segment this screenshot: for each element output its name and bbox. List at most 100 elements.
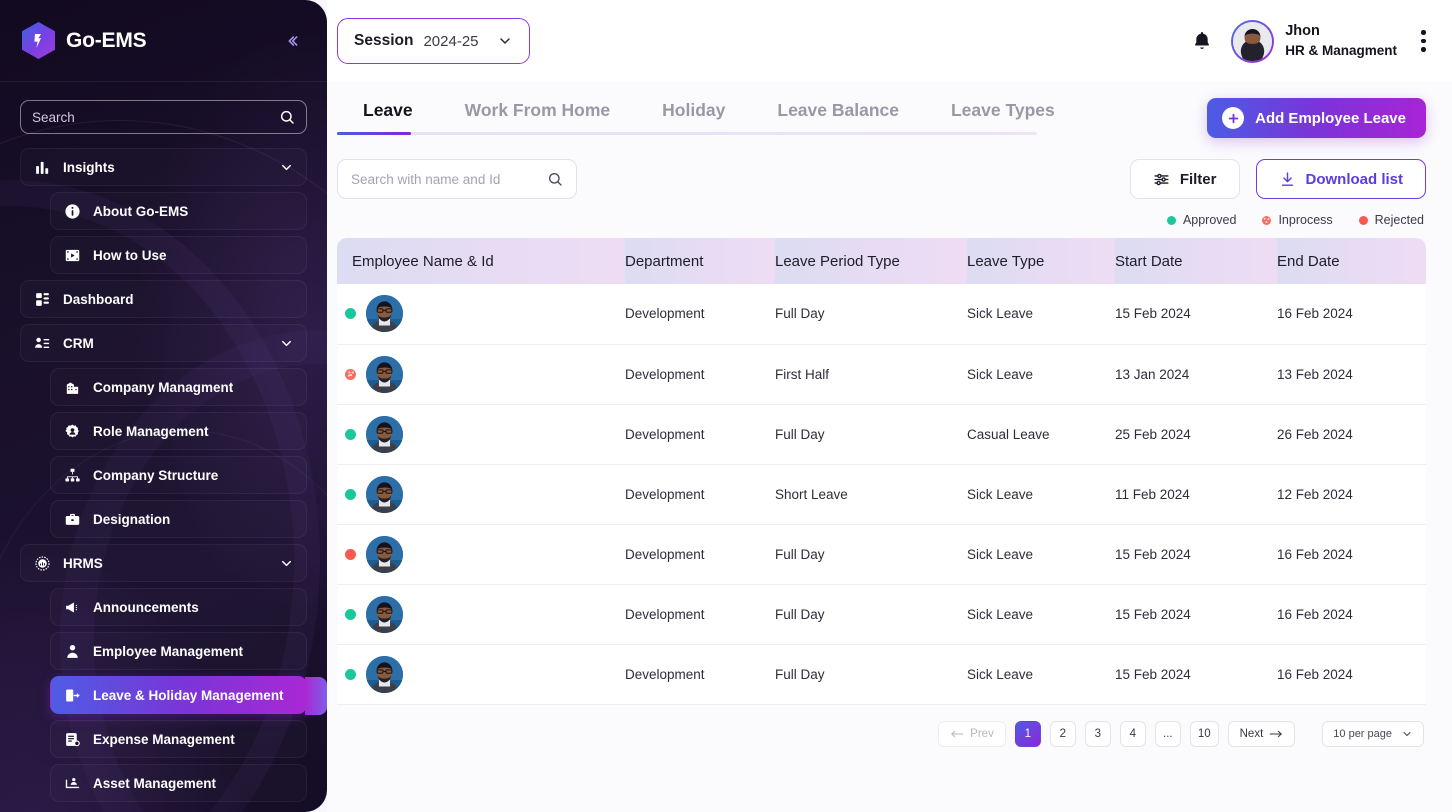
collapse-sidebar-button[interactable] [279,28,305,54]
cell-end-date: 16 Feb 2024 [1277,584,1426,645]
cell-end-date: 13 Feb 2024 [1277,344,1426,405]
chevron-down-icon[interactable] [279,336,294,351]
more-options-icon[interactable] [1421,30,1426,52]
table-header-row: Employee Name & Id Department Leave Period… [337,238,1426,284]
tab-work-from-home[interactable]: Work From Home [439,100,637,135]
pagination-page-10[interactable]: 10 [1189,720,1219,747]
per-page-selector[interactable]: 10 per page [1322,720,1424,747]
cell-department: Development [625,464,775,525]
table-row[interactable]: Development Full Day Sick Leave 15 Feb 2024… [337,584,1426,645]
add-employee-leave-button[interactable]: Add Employee Leave [1207,98,1426,138]
sidebar-item-announcements[interactable]: Announcements [50,588,307,626]
tab-leave-types[interactable]: Leave Types [925,100,1081,135]
sidebar-item-label: Designation [93,511,171,527]
table-row[interactable]: Development First Half Sick Leave 13 Jan 20… [337,344,1426,405]
column-header: End Date [1277,238,1426,284]
gear-user-icon [63,422,82,441]
tab-leave[interactable]: Leave [337,100,439,135]
search-input[interactable] [32,109,279,125]
cell-end-date: 16 Feb 2024 [1277,524,1426,585]
sidebar-nav: Insights About Go-EMS How to Use Dashboard C… [20,148,327,802]
sidebar-item-how-to-use[interactable]: How to Use [50,236,307,274]
table-search[interactable] [337,159,577,199]
cell-start-date: 15 Feb 2024 [1115,284,1277,345]
sidebar-item-dashboard[interactable]: Dashboard [20,280,307,318]
table-search-input[interactable] [351,171,547,187]
cell-start-date: 15 Feb 2024 [1115,584,1277,645]
cell-department: Development [625,584,775,645]
sidebar-item-company-managment[interactable]: Company Managment [50,368,307,406]
tab-leave-balance[interactable]: Leave Balance [751,100,925,135]
table-row[interactable]: Development Short Leave Sick Leave 11 Feb 2… [337,464,1426,525]
search-icon [279,109,295,125]
sidebar-item-expense-management[interactable]: Expense Management [50,720,307,758]
cell-employee [337,284,625,345]
pagination-prev[interactable]: Prev [938,720,1006,747]
tab-holiday[interactable]: Holiday [636,100,751,135]
table-row[interactable]: Development Full Day Sick Leave 15 Feb 2024… [337,284,1426,345]
status-dot [345,608,356,620]
status-dot [1358,215,1368,225]
cell-employee [337,344,625,405]
employee-cell [337,355,625,393]
cell-leave-period-type: Full Day [775,644,967,705]
sidebar-item-hrms[interactable]: HRMS [20,544,307,582]
pagination-page-3[interactable]: 3 [1084,720,1111,747]
top-bar: Session 2024-25 Jhon HR & Managment [327,0,1452,82]
pagination-next[interactable]: Next [1227,720,1296,747]
session-selector[interactable]: Session 2024-25 [337,18,530,64]
status-dot [345,488,356,500]
pagination-page-2[interactable]: 2 [1049,720,1076,747]
sidebar-item-leave-holiday-management[interactable]: Leave & Holiday Management [50,676,327,715]
pagination-page-...[interactable]: ... [1154,720,1181,747]
status-dot [345,668,356,680]
cell-end-date: 16 Feb 2024 [1277,644,1426,705]
pagination-page-4[interactable]: 4 [1119,720,1146,747]
sidebar-item-asset-management[interactable]: Asset Management [50,764,307,802]
sidebar-item-role-management[interactable]: Role Management [50,412,307,450]
status-dot [345,548,356,560]
sidebar-item-crm[interactable]: CRM [20,324,307,362]
sidebar-item-label: Announcements [93,599,199,615]
sidebar-item-about-go-ems[interactable]: About Go-EMS [50,192,307,230]
cell-leave-type: Sick Leave [967,524,1115,585]
briefcase-icon [63,510,82,529]
pagination-page-1[interactable]: 1 [1014,720,1041,747]
tab-underline [337,131,1037,135]
table-row[interactable]: Development Full Day Sick Leave 15 Feb 2024… [337,524,1426,585]
employee-cell [337,655,625,693]
legend-label: Rejected [1374,213,1424,227]
user-menu[interactable]: Jhon HR & Managment [1231,19,1397,63]
megaphone-icon [63,598,82,617]
leave-table: Employee Name & Id Department Leave Period… [337,238,1426,705]
column-header: Employee Name & Id [337,238,625,284]
avatar [366,295,403,333]
per-page-label: 10 per page [1333,727,1392,740]
sidebar-item-company-structure[interactable]: Company Structure [50,456,307,494]
cell-leave-type: Sick Leave [967,284,1115,345]
cell-leave-period-type: Full Day [775,584,967,645]
cell-leave-type: Sick Leave [967,344,1115,405]
chevron-down-icon[interactable] [279,556,294,571]
exit-door-icon [63,686,82,705]
sidebar-search[interactable] [20,100,307,134]
download-list-button[interactable]: Download list [1255,159,1426,199]
sidebar-item-designation[interactable]: Designation [50,500,307,538]
avatar [366,595,403,633]
employee-cell [337,535,625,573]
sidebar-item-label: Dashboard [63,291,134,307]
filter-button[interactable]: Filter [1129,159,1240,199]
legend-label: Approved [1182,213,1237,227]
pagination-next-label: Next [1239,727,1264,740]
chevron-down-icon[interactable] [279,160,294,175]
sidebar-item-employee-management[interactable]: Employee Management [50,632,307,670]
table-row[interactable]: Development Full Day Sick Leave 15 Feb 2024… [337,644,1426,705]
column-header: Leave Type [967,238,1115,284]
sidebar-item-insights[interactable]: Insights [20,148,307,186]
notification-bell-icon[interactable] [1191,30,1213,52]
cell-leave-period-type: Full Day [775,284,967,345]
brand-name: Go-EMS [66,28,147,52]
cell-leave-period-type: Full Day [775,404,967,465]
employee-cell [337,595,625,633]
table-row[interactable]: Development Full Day Casual Leave 25 Feb 20… [337,404,1426,465]
